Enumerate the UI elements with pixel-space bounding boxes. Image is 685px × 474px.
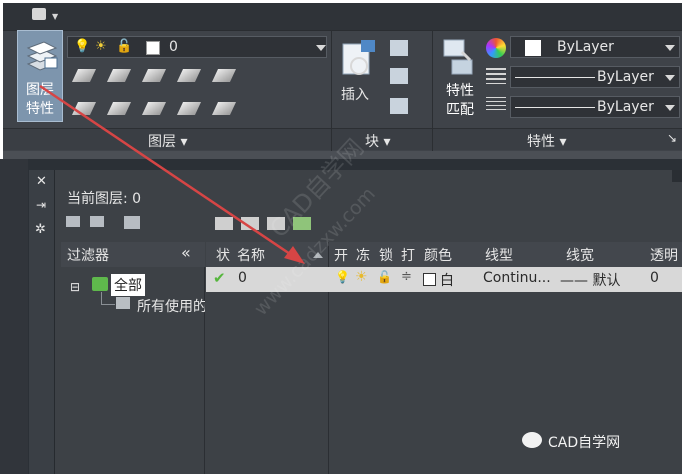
wechat-icon [522, 432, 542, 448]
annotation-arrow [39, 84, 305, 264]
footer-watermark: CAD自学网 [548, 435, 621, 451]
